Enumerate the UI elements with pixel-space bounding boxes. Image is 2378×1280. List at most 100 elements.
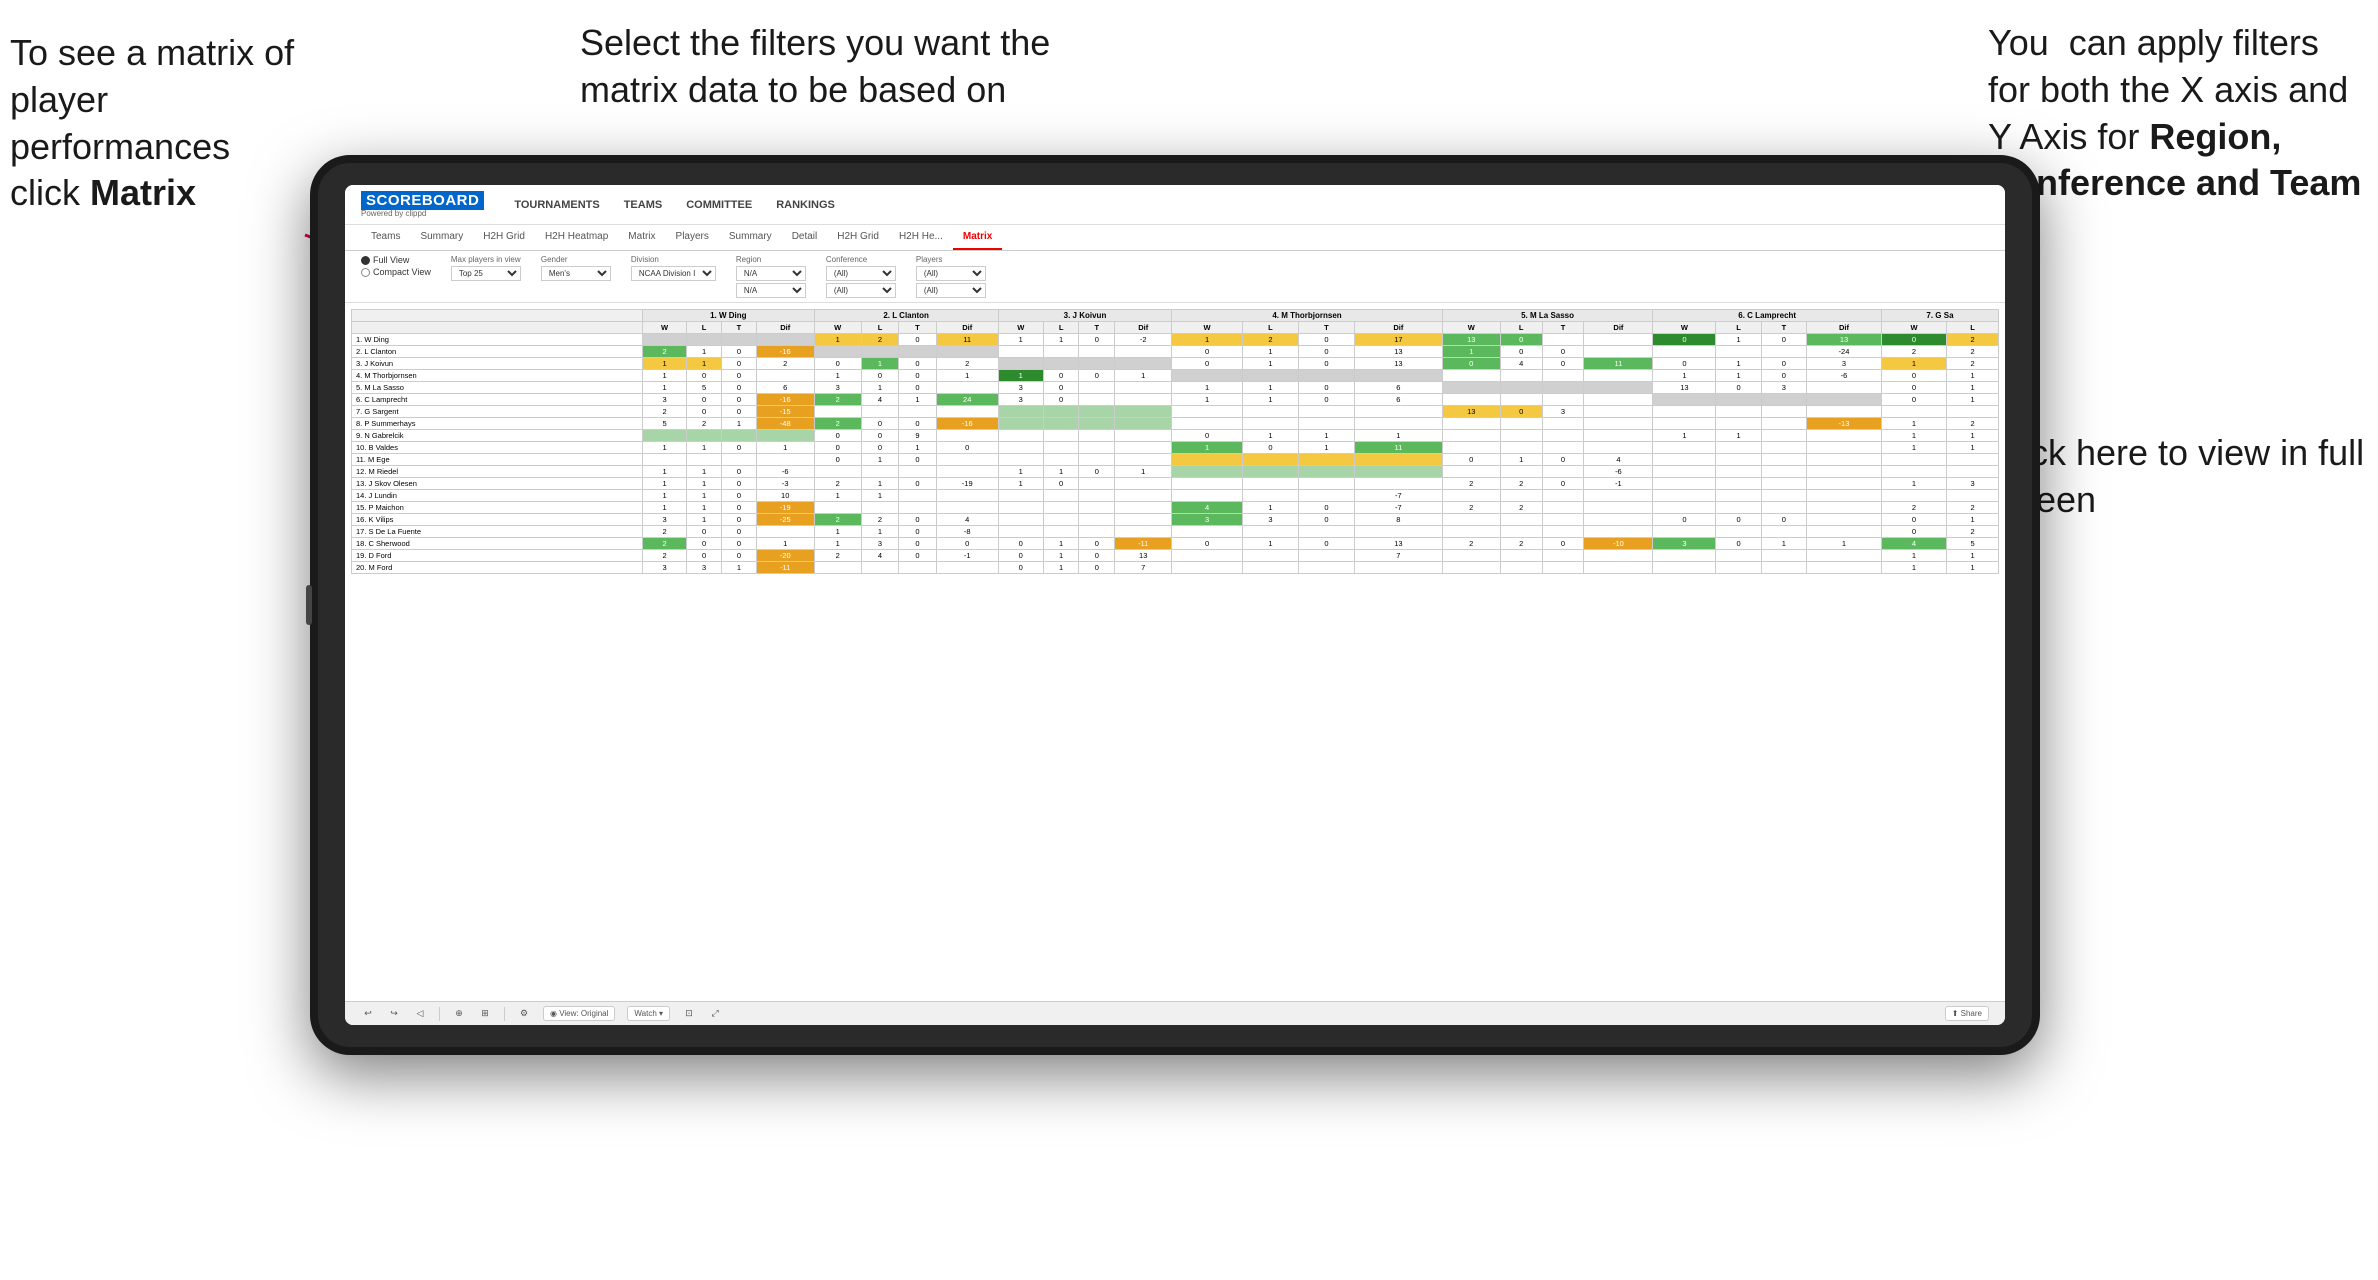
sh-w1: W — [643, 322, 687, 334]
tab-summary2[interactable]: Summary — [719, 225, 782, 250]
table-row: 14. J Lundin 11010 11 -7 — [352, 490, 1999, 502]
players-select-2[interactable]: (All) — [916, 283, 986, 298]
tab-teams[interactable]: Teams — [361, 225, 410, 250]
sh-d2: Dif — [936, 322, 998, 334]
row-name-19: 19. D Ford — [352, 550, 643, 562]
row-name-3: 3. J Koivun — [352, 358, 643, 370]
tab-h2h-heatmap[interactable]: H2H Heatmap — [535, 225, 618, 250]
compact-view-radio[interactable] — [361, 268, 370, 277]
tab-detail[interactable]: Detail — [782, 225, 828, 250]
conference-select-2[interactable]: (All) — [826, 283, 896, 298]
toolbar-settings-icon[interactable]: ⚙ — [517, 1007, 531, 1021]
sh-t1: T — [721, 322, 756, 334]
sh-d4: Dif — [1355, 322, 1443, 334]
nav-tournaments[interactable]: TOURNAMENTS — [514, 199, 599, 211]
row-name-1: 1. W Ding — [352, 334, 643, 346]
sh-d5: Dif — [1584, 322, 1653, 334]
table-row: 4. M Thorbjornsen 100 1001 1001 110-6 01 — [352, 370, 1999, 382]
sh-d1: Dif — [756, 322, 814, 334]
table-row: 5. M La Sasso 1506 310 30 1106 1303 01 — [352, 382, 1999, 394]
players-select-1[interactable]: (All) — [916, 266, 986, 281]
table-row: 10. B Valdes 1101 0010 10111 11 — [352, 442, 1999, 454]
nav-rankings[interactable]: RANKINGS — [776, 199, 835, 211]
division-select[interactable]: NCAA Division I — [631, 266, 716, 281]
sub-header-empty — [352, 322, 643, 334]
logo-sub: Powered by clippd — [361, 210, 484, 218]
filter-division: Division NCAA Division I — [631, 255, 716, 281]
row-name-11: 11. M Ege — [352, 454, 643, 466]
full-view-radio[interactable] — [361, 256, 370, 265]
sh-t4: T — [1298, 322, 1354, 334]
nav-committee[interactable]: COMMITTEE — [686, 199, 752, 211]
toolbar-undo[interactable]: ↩ — [361, 1007, 375, 1021]
table-row: 2. L Clanton 210-16 01013 100 -24 22 — [352, 346, 1999, 358]
row-name-20: 20. M Ford — [352, 562, 643, 574]
filter-max-players: Max players in view Top 25 — [451, 255, 521, 281]
toolbar-redo[interactable]: ↪ — [387, 1007, 401, 1021]
nav-teams[interactable]: TEAMS — [624, 199, 663, 211]
table-row: 16. K Vilips 310-25 2204 3308 000 01 — [352, 514, 1999, 526]
max-players-select[interactable]: Top 25 — [451, 266, 521, 281]
row-name-15: 15. P Maichon — [352, 502, 643, 514]
sh-w2: W — [814, 322, 861, 334]
toolbar-expand-icon[interactable]: ⊡ — [682, 1007, 696, 1021]
view-options: Full View Compact View — [361, 255, 431, 277]
share-icon: ⬆ — [1952, 1009, 1961, 1018]
tab-h2h-grid2[interactable]: H2H Grid — [827, 225, 889, 250]
matrix-table: 1. W Ding 2. L Clanton 3. J Koivun 4. M … — [351, 309, 1999, 574]
row-name-4: 4. M Thorbjornsen — [352, 370, 643, 382]
table-row: 7. G Sargent 200-15 1303 — [352, 406, 1999, 418]
tablet-side-button[interactable] — [306, 585, 312, 625]
row-name-10: 10. B Valdes — [352, 442, 643, 454]
toolbar-back[interactable]: ◁ — [413, 1007, 427, 1021]
toolbar-divider-2 — [504, 1007, 505, 1021]
annotation-center: Select the filters you want the matrix d… — [580, 20, 1060, 114]
sh-w4: W — [1172, 322, 1243, 334]
filters-row: Full View Compact View Max players in vi… — [345, 251, 2005, 303]
conference-select-1[interactable]: (All) — [826, 266, 896, 281]
toolbar-fullscreen-icon[interactable]: ⤢ — [708, 1007, 722, 1021]
row-name-7: 7. G Sargent — [352, 406, 643, 418]
row-name-9: 9. N Gabrelcik — [352, 430, 643, 442]
compact-view-option[interactable]: Compact View — [361, 267, 431, 277]
table-row: 9. N Gabrelcik 009 0111 11 11 — [352, 430, 1999, 442]
header-1-wding: 1. W Ding — [643, 310, 814, 322]
sh-t5: T — [1542, 322, 1584, 334]
tab-summary[interactable]: Summary — [410, 225, 473, 250]
watch-button[interactable]: Watch ▾ — [627, 1006, 670, 1021]
row-name-18: 18. C Sherwood — [352, 538, 643, 550]
tab-h2h-grid[interactable]: H2H Grid — [473, 225, 535, 250]
tab-matrix[interactable]: Matrix — [618, 225, 665, 250]
region-select-2[interactable]: N/A — [736, 283, 806, 298]
sh-d6: Dif — [1807, 322, 1882, 334]
view-original-button[interactable]: ◉ View: Original — [543, 1006, 615, 1021]
toolbar-layout-icon[interactable]: ⊞ — [478, 1007, 492, 1021]
table-row: 3. J Koivun 1102 0102 01013 04011 0103 1… — [352, 358, 1999, 370]
table-row: 6. C Lamprecht 300-16 24124 30 1106 01 — [352, 394, 1999, 406]
table-row: 17. S De La Fuente 200 110-8 02 — [352, 526, 1999, 538]
header-2-clanton: 2. L Clanton — [814, 310, 998, 322]
table-row: 12. M Riedel 110-6 1101 -6 — [352, 466, 1999, 478]
tab-matrix-active[interactable]: Matrix — [953, 225, 1002, 250]
sh-t2: T — [899, 322, 936, 334]
annotation-center-text: Select the filters you want the matrix d… — [580, 22, 1050, 110]
table-row: 11. M Ege 010 0104 — [352, 454, 1999, 466]
annotation-right-top: You can apply filters for both the X axi… — [1988, 20, 2368, 207]
tab-h2hhe[interactable]: H2H He... — [889, 225, 953, 250]
header-5-lasasso: 5. M La Sasso — [1442, 310, 1653, 322]
tab-players[interactable]: Players — [666, 225, 719, 250]
share-button[interactable]: ⬆ Share — [1945, 1006, 1989, 1021]
toolbar-share-icon[interactable]: ⊕ — [452, 1007, 466, 1021]
header-7-gs: 7. G Sa — [1881, 310, 1998, 322]
annotation-left: To see a matrix of player performancescl… — [10, 30, 320, 217]
row-name-16: 16. K Vilips — [352, 514, 643, 526]
row-name-17: 17. S De La Fuente — [352, 526, 643, 538]
row-name-2: 2. L Clanton — [352, 346, 643, 358]
watch-chevron: ▾ — [659, 1009, 663, 1018]
row-name-8: 8. P Summerhays — [352, 418, 643, 430]
region-select-1[interactable]: N/A — [736, 266, 806, 281]
gender-select[interactable]: Men's — [541, 266, 611, 281]
sh-l2: L — [861, 322, 898, 334]
table-row: 15. P Maichon 110-19 410-7 22 22 — [352, 502, 1999, 514]
full-view-option[interactable]: Full View — [361, 255, 431, 265]
